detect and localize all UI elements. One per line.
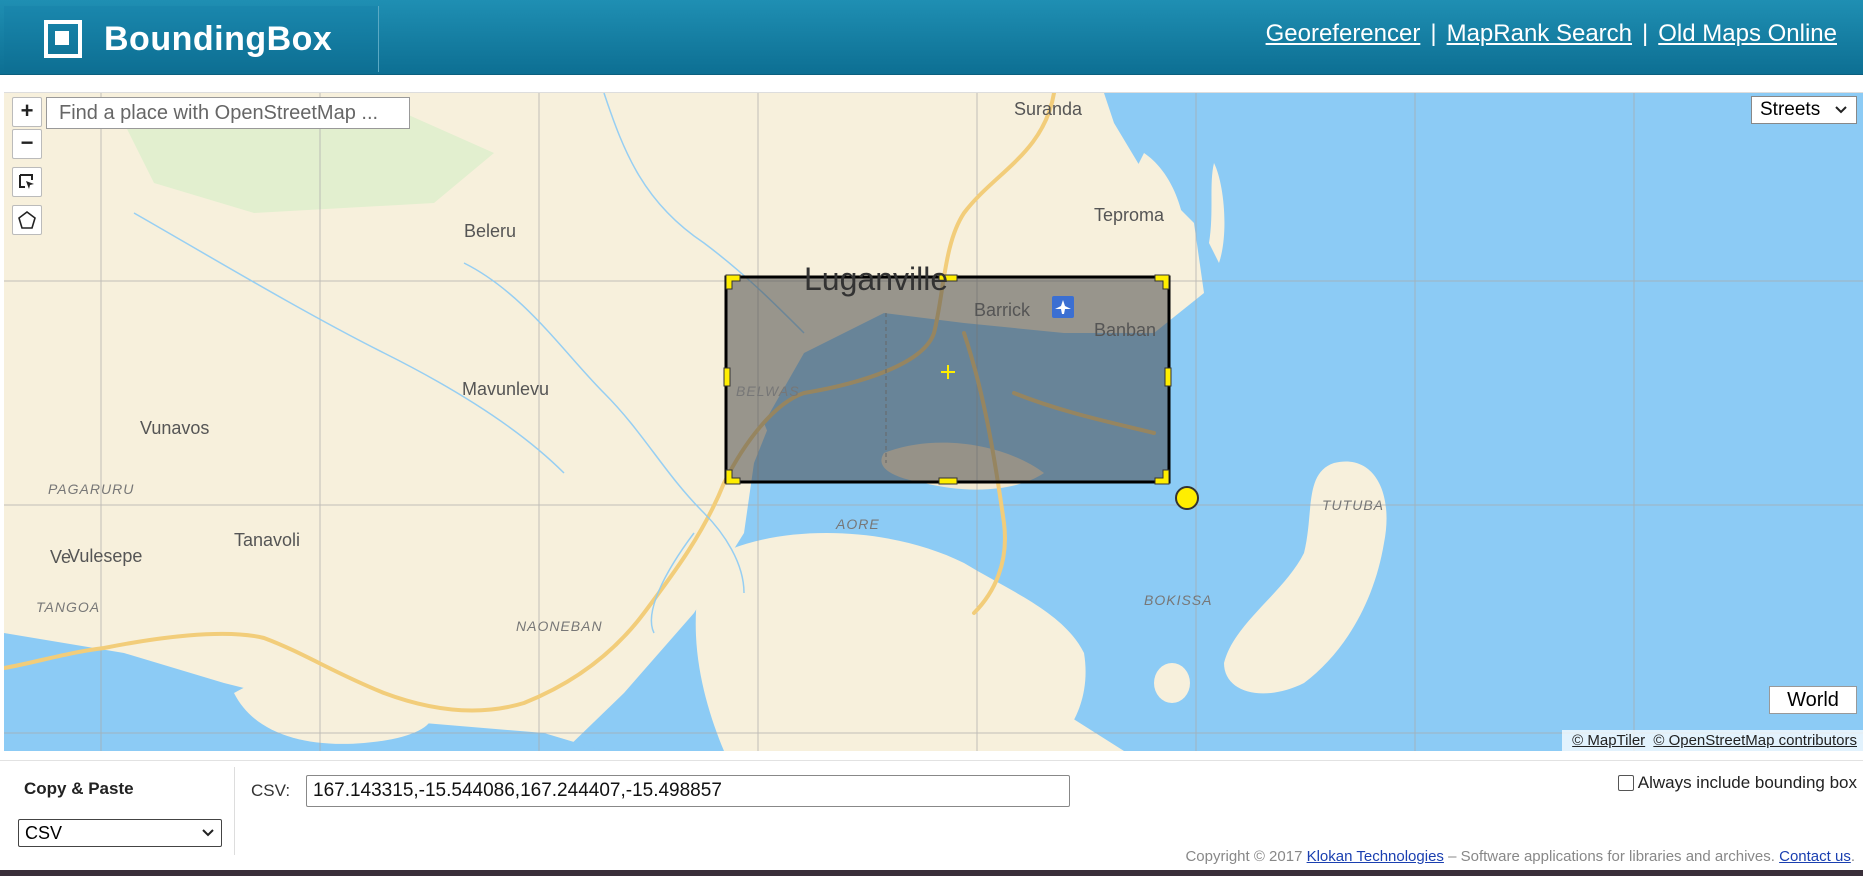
place-label: Luganville xyxy=(804,261,949,297)
format-select[interactable]: CSV xyxy=(18,819,222,847)
place-label: Barrick xyxy=(974,300,1031,320)
brand-name: BoundingBox xyxy=(104,19,333,58)
airport-icon xyxy=(1052,296,1074,318)
map-attribution: © MapTiler © OpenStreetMap contributors xyxy=(1562,730,1863,751)
place-label: Beleru xyxy=(464,221,517,241)
polygon-tool-button[interactable] xyxy=(12,205,42,235)
place-label: Vunavos xyxy=(140,418,210,438)
select-box-tool-button[interactable] xyxy=(12,167,42,197)
place-label: Tanavoli xyxy=(234,530,301,550)
chevron-down-icon xyxy=(202,829,214,837)
footer-tagline: – Software applications for libraries an… xyxy=(1448,848,1775,865)
bottom-edge xyxy=(0,870,1863,876)
contact-link[interactable]: Contact us xyxy=(1779,848,1851,865)
bounding-box-selection xyxy=(724,275,1171,484)
nav-link-georeferencer[interactable]: Georeferencer xyxy=(1266,20,1421,48)
maptiler-link[interactable]: © MapTiler xyxy=(1572,732,1645,749)
format-section: Copy & Paste CSV xyxy=(4,767,235,855)
map-layer-select[interactable]: Streets xyxy=(1751,96,1857,124)
place-label: NAONEBAN xyxy=(516,618,603,634)
copy-paste-panel: Copy & Paste CSV CSV: Always include bou… xyxy=(0,760,1863,865)
brand[interactable]: BoundingBox xyxy=(4,6,379,72)
panel-title: Copy & Paste xyxy=(24,779,134,798)
nav-link-old-maps-online[interactable]: Old Maps Online xyxy=(1658,20,1837,48)
csv-label: CSV: xyxy=(251,781,291,800)
place-label: TANGOA xyxy=(36,599,101,615)
footer: Copyright © 2017 Klokan Technologies – S… xyxy=(1185,848,1855,865)
nav-separator: | xyxy=(1642,20,1649,47)
place-label: Mavunlevu xyxy=(462,379,550,399)
place-label: Teproma xyxy=(1094,205,1165,225)
footer-end: . xyxy=(1850,848,1855,865)
world-button[interactable]: World xyxy=(1769,686,1857,714)
klokan-link[interactable]: Klokan Technologies xyxy=(1307,848,1444,865)
polygon-icon xyxy=(18,211,36,229)
map-viewport[interactable]: Suranda Teproma Beleru Luganville Barric… xyxy=(4,92,1863,751)
zoom-out-button[interactable]: − xyxy=(12,129,42,159)
place-label: AORE xyxy=(836,516,880,532)
place-label: Banban xyxy=(1094,320,1157,340)
copyright-text: Copyright © 2017 xyxy=(1185,848,1303,865)
boundingbox-logo-icon xyxy=(44,20,82,58)
select-box-icon xyxy=(19,174,34,189)
place-label: BELWAS xyxy=(736,383,800,399)
map-layer-value: Streets xyxy=(1760,99,1821,120)
top-nav: Georeferencer | MapRank Search | Old Map… xyxy=(1266,20,1837,48)
place-label: TUTUBA xyxy=(1322,497,1384,513)
csv-output-field[interactable] xyxy=(306,775,1070,807)
place-label: Suranda xyxy=(1014,99,1083,119)
always-include-option[interactable]: Always include bounding box xyxy=(1617,773,1857,793)
place-label: Vulesepe xyxy=(68,546,143,566)
openstreetmap-link[interactable]: © OpenStreetMap contributors xyxy=(1653,732,1857,749)
place-label: PAGARURU xyxy=(48,481,135,497)
place-label: BOKISSA xyxy=(1144,592,1213,608)
always-include-label: Always include bounding box xyxy=(1637,773,1857,792)
zoom-in-button[interactable]: + xyxy=(12,97,42,127)
map-tiles xyxy=(4,93,1863,751)
nav-separator: | xyxy=(1430,20,1437,47)
chevron-down-icon xyxy=(1835,106,1847,114)
place-search-input[interactable] xyxy=(46,97,410,129)
always-include-checkbox[interactable] xyxy=(1617,775,1634,791)
nav-link-maprank-search[interactable]: MapRank Search xyxy=(1447,20,1632,48)
header-bar: BoundingBox Georeferencer | MapRank Sear… xyxy=(0,0,1863,75)
format-value: CSV xyxy=(25,822,63,843)
